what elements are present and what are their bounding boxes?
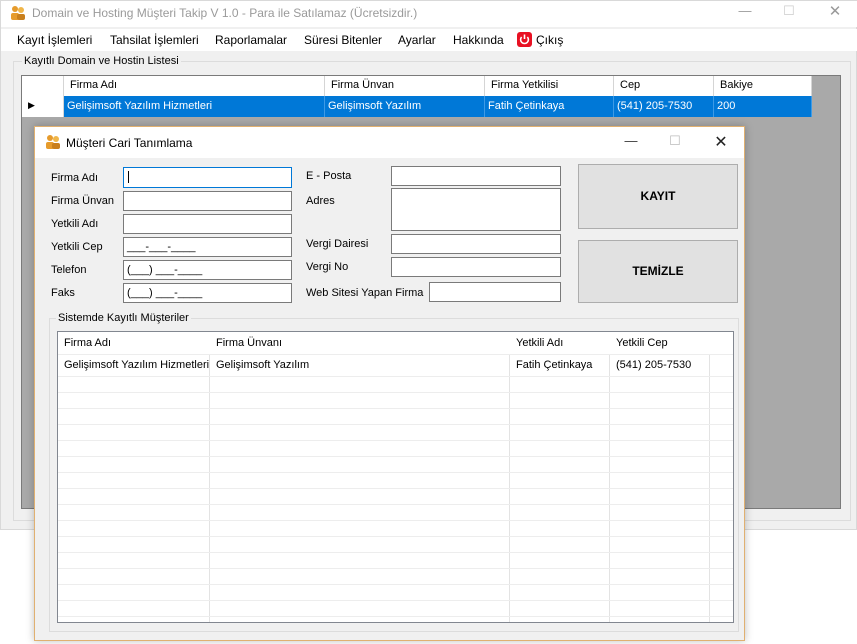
firma-adi-input[interactable]: [123, 167, 292, 188]
column-header-firma-unvan[interactable]: Firma Ünvan: [325, 76, 485, 96]
cell-firma-adi[interactable]: Gelişimsoft Yazılım Hizmetleri: [58, 354, 210, 376]
column-header-firma-unvani[interactable]: Firma Ünvanı: [210, 332, 510, 354]
cell-yetkili-cep[interactable]: (541) 205-7530: [610, 354, 710, 376]
empty-row: [58, 472, 733, 489]
label-faks: Faks: [51, 287, 75, 299]
column-header-yetkili-adi[interactable]: Yetkili Adı: [510, 332, 610, 354]
main-menubar: Kayıt İşlemleri Tahsilat İşlemleri Rapor…: [1, 29, 857, 51]
row-header[interactable]: ▶: [22, 96, 64, 117]
customers-grid[interactable]: Firma Adı Firma Ünvanı Yetkili Adı Yetki…: [57, 331, 734, 623]
faks-input[interactable]: (___) ___-____: [123, 283, 292, 303]
cell-firma-adi[interactable]: Gelişimsoft Yazılım Hizmetleri: [64, 96, 325, 117]
menu-kayit-islemleri[interactable]: Kayıt İşlemleri: [17, 33, 92, 47]
label-vergi-no: Vergi No: [306, 261, 349, 273]
customers-grid-header: Firma Adı Firma Ünvanı Yetkili Adı Yetki…: [58, 332, 733, 355]
dialog-app-icon: [46, 135, 60, 149]
firma-unvan-input[interactable]: [123, 191, 292, 211]
dialog-title: Müşteri Cari Tanımlama: [66, 136, 193, 150]
yetkili-adi-input[interactable]: [123, 214, 292, 234]
column-header-firma-adi[interactable]: Firma Adı: [64, 76, 325, 96]
text-caret: [128, 171, 129, 184]
maximize-button[interactable]: ☐: [776, 3, 802, 19]
temizle-button[interactable]: TEMİZLE: [578, 240, 738, 303]
web-firma-input[interactable]: [429, 282, 561, 302]
row-header-corner: [22, 76, 64, 96]
column-header-cep[interactable]: Cep: [614, 76, 714, 96]
empty-row: [58, 424, 733, 441]
current-row-arrow-icon: ▶: [28, 100, 35, 110]
dialog-minimize-button[interactable]: —: [618, 133, 644, 148]
dialog-close-button[interactable]: ✕: [708, 132, 734, 152]
eposta-input[interactable]: [391, 166, 561, 186]
cell-firma-unvan[interactable]: Gelişimsoft Yazılım: [325, 96, 485, 117]
label-yetkili-adi: Yetkili Adı: [51, 218, 99, 230]
telefon-input[interactable]: (___) ___-____: [123, 260, 292, 280]
customer-dialog: Müşteri Cari Tanımlama — ☐ ✕ Firma Adı F…: [34, 126, 745, 641]
cell-yetkili-adi[interactable]: Fatih Çetinkaya: [510, 354, 610, 376]
close-button[interactable]: ✕: [822, 2, 848, 20]
empty-row: [58, 488, 733, 505]
label-telefon: Telefon: [51, 264, 87, 276]
registered-customers-group-title: Sistemde Kayıtlı Müşteriler: [58, 312, 189, 324]
cell-bakiye[interactable]: 200: [714, 96, 812, 117]
menu-cikis-label: Çıkış: [536, 33, 564, 47]
label-firma-adi: Firma Adı: [51, 172, 99, 184]
column-header-bakiye[interactable]: Bakiye: [714, 76, 812, 96]
empty-row: [58, 376, 733, 393]
main-titlebar: Domain ve Hosting Müşteri Takip V 1.0 - …: [1, 1, 857, 27]
label-adres: Adres: [306, 195, 335, 207]
empty-row: [58, 568, 733, 585]
table-row[interactable]: ▶ Gelişimsoft Yazılım Hizmetleri Gelişim…: [22, 96, 812, 117]
label-yetkili-cep: Yetkili Cep: [51, 241, 103, 253]
dialog-titlebar: Müşteri Cari Tanımlama — ☐ ✕: [35, 127, 744, 158]
vergi-dairesi-input[interactable]: [391, 234, 561, 254]
empty-row: [58, 552, 733, 569]
menu-tahsilat-islemleri[interactable]: Tahsilat İşlemleri: [110, 33, 199, 47]
empty-row: [58, 392, 733, 409]
dialog-maximize-button[interactable]: ☐: [662, 133, 688, 149]
column-header-yetkili-cep[interactable]: Yetkili Cep: [610, 332, 710, 354]
menu-raporlamalar[interactable]: Raporlamalar: [215, 33, 287, 47]
cell-firma-yetkilisi[interactable]: Fatih Çetinkaya: [485, 96, 614, 117]
empty-row: [58, 504, 733, 521]
empty-row: [58, 584, 733, 601]
empty-row: [58, 536, 733, 553]
adres-textarea[interactable]: [391, 188, 561, 231]
menu-suresi-bitenler[interactable]: Süresi Bitenler: [304, 33, 382, 47]
label-firma-unvan: Firma Ünvan: [51, 195, 114, 207]
yetkili-cep-input[interactable]: ___-___-____: [123, 237, 292, 257]
domain-grid-header: Firma Adı Firma Ünvan Firma Yetkilisi Ce…: [22, 76, 812, 96]
column-header-firma-yetkilisi[interactable]: Firma Yetkilisi: [485, 76, 614, 96]
label-web-firma: Web Sitesi Yapan Firma: [306, 287, 424, 299]
empty-row: [58, 600, 733, 617]
empty-row: [58, 456, 733, 473]
column-header-firma-adi[interactable]: Firma Adı: [58, 332, 210, 354]
vergi-no-input[interactable]: [391, 257, 561, 277]
cell-cep[interactable]: (541) 205-7530: [614, 96, 714, 117]
domain-list-group-title: Kayıtlı Domain ve Hostin Listesi: [24, 55, 179, 67]
empty-row: [58, 520, 733, 537]
table-row[interactable]: Gelişimsoft Yazılım Hizmetleri Gelişimso…: [58, 354, 733, 377]
app-icon: [11, 6, 25, 20]
menu-ayarlar[interactable]: Ayarlar: [398, 33, 436, 47]
label-eposta: E - Posta: [306, 170, 352, 182]
empty-row: [58, 440, 733, 457]
menu-hakkinda[interactable]: Hakkında: [453, 33, 504, 47]
empty-row: [58, 408, 733, 425]
label-vergi-dairesi: Vergi Dairesi: [306, 238, 369, 250]
minimize-button[interactable]: —: [732, 3, 758, 18]
power-icon: [517, 32, 532, 47]
cell-firma-unvani[interactable]: Gelişimsoft Yazılım: [210, 354, 510, 376]
kayit-button[interactable]: KAYIT: [578, 164, 738, 229]
main-window-title: Domain ve Hosting Müşteri Takip V 1.0 - …: [32, 6, 418, 20]
